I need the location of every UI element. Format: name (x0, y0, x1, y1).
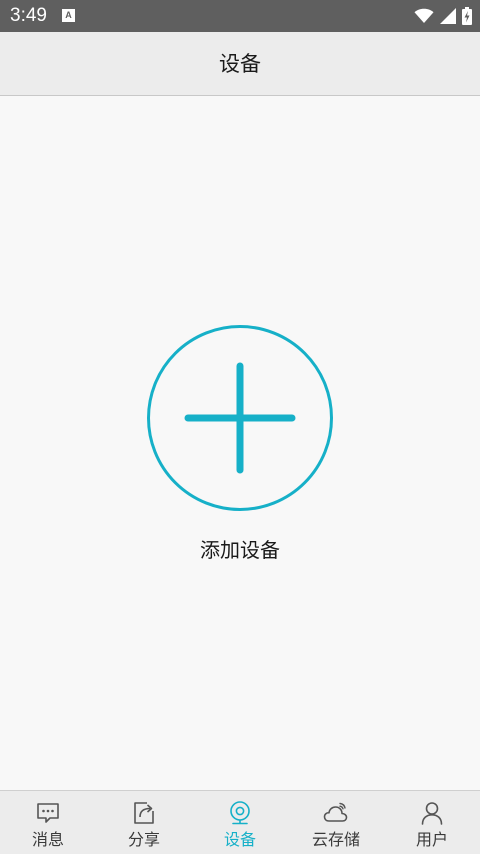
main-content: 添加设备 (0, 97, 480, 790)
add-device-button[interactable]: 添加设备 (140, 319, 340, 567)
page-title: 设备 (219, 52, 261, 76)
header-bar: 设备 (0, 32, 480, 96)
user-icon (421, 802, 443, 825)
notification-a-icon: A (62, 9, 75, 22)
add-circle-icon (147, 325, 333, 511)
tab-cloud-storage[interactable]: 云存储 (288, 791, 384, 854)
tab-label: 分享 (127, 830, 160, 849)
status-icons (414, 6, 472, 26)
tab-user[interactable]: 用户 (384, 791, 480, 854)
cloud-icon (323, 802, 348, 822)
bottom-tab-bar: 消息 分享 设备 云存储 用户 (0, 790, 480, 854)
tab-devices[interactable]: 设备 (192, 791, 288, 854)
cell-signal-icon (440, 8, 456, 24)
camera-icon (230, 801, 250, 825)
share-icon (134, 802, 154, 824)
tab-share[interactable]: 分享 (96, 791, 192, 854)
message-icon (37, 803, 59, 823)
tab-messages[interactable]: 消息 (0, 791, 96, 854)
battery-charging-icon (462, 7, 472, 25)
wifi-icon (414, 8, 434, 23)
tab-label: 设备 (223, 830, 256, 849)
add-device-label: 添加设备 (200, 538, 280, 562)
status-bar: 3:49 A (0, 0, 480, 32)
tab-label: 用户 (415, 830, 448, 849)
status-time: 3:49 (10, 5, 47, 26)
tab-label: 消息 (31, 830, 64, 849)
tab-label: 云存储 (311, 830, 360, 849)
